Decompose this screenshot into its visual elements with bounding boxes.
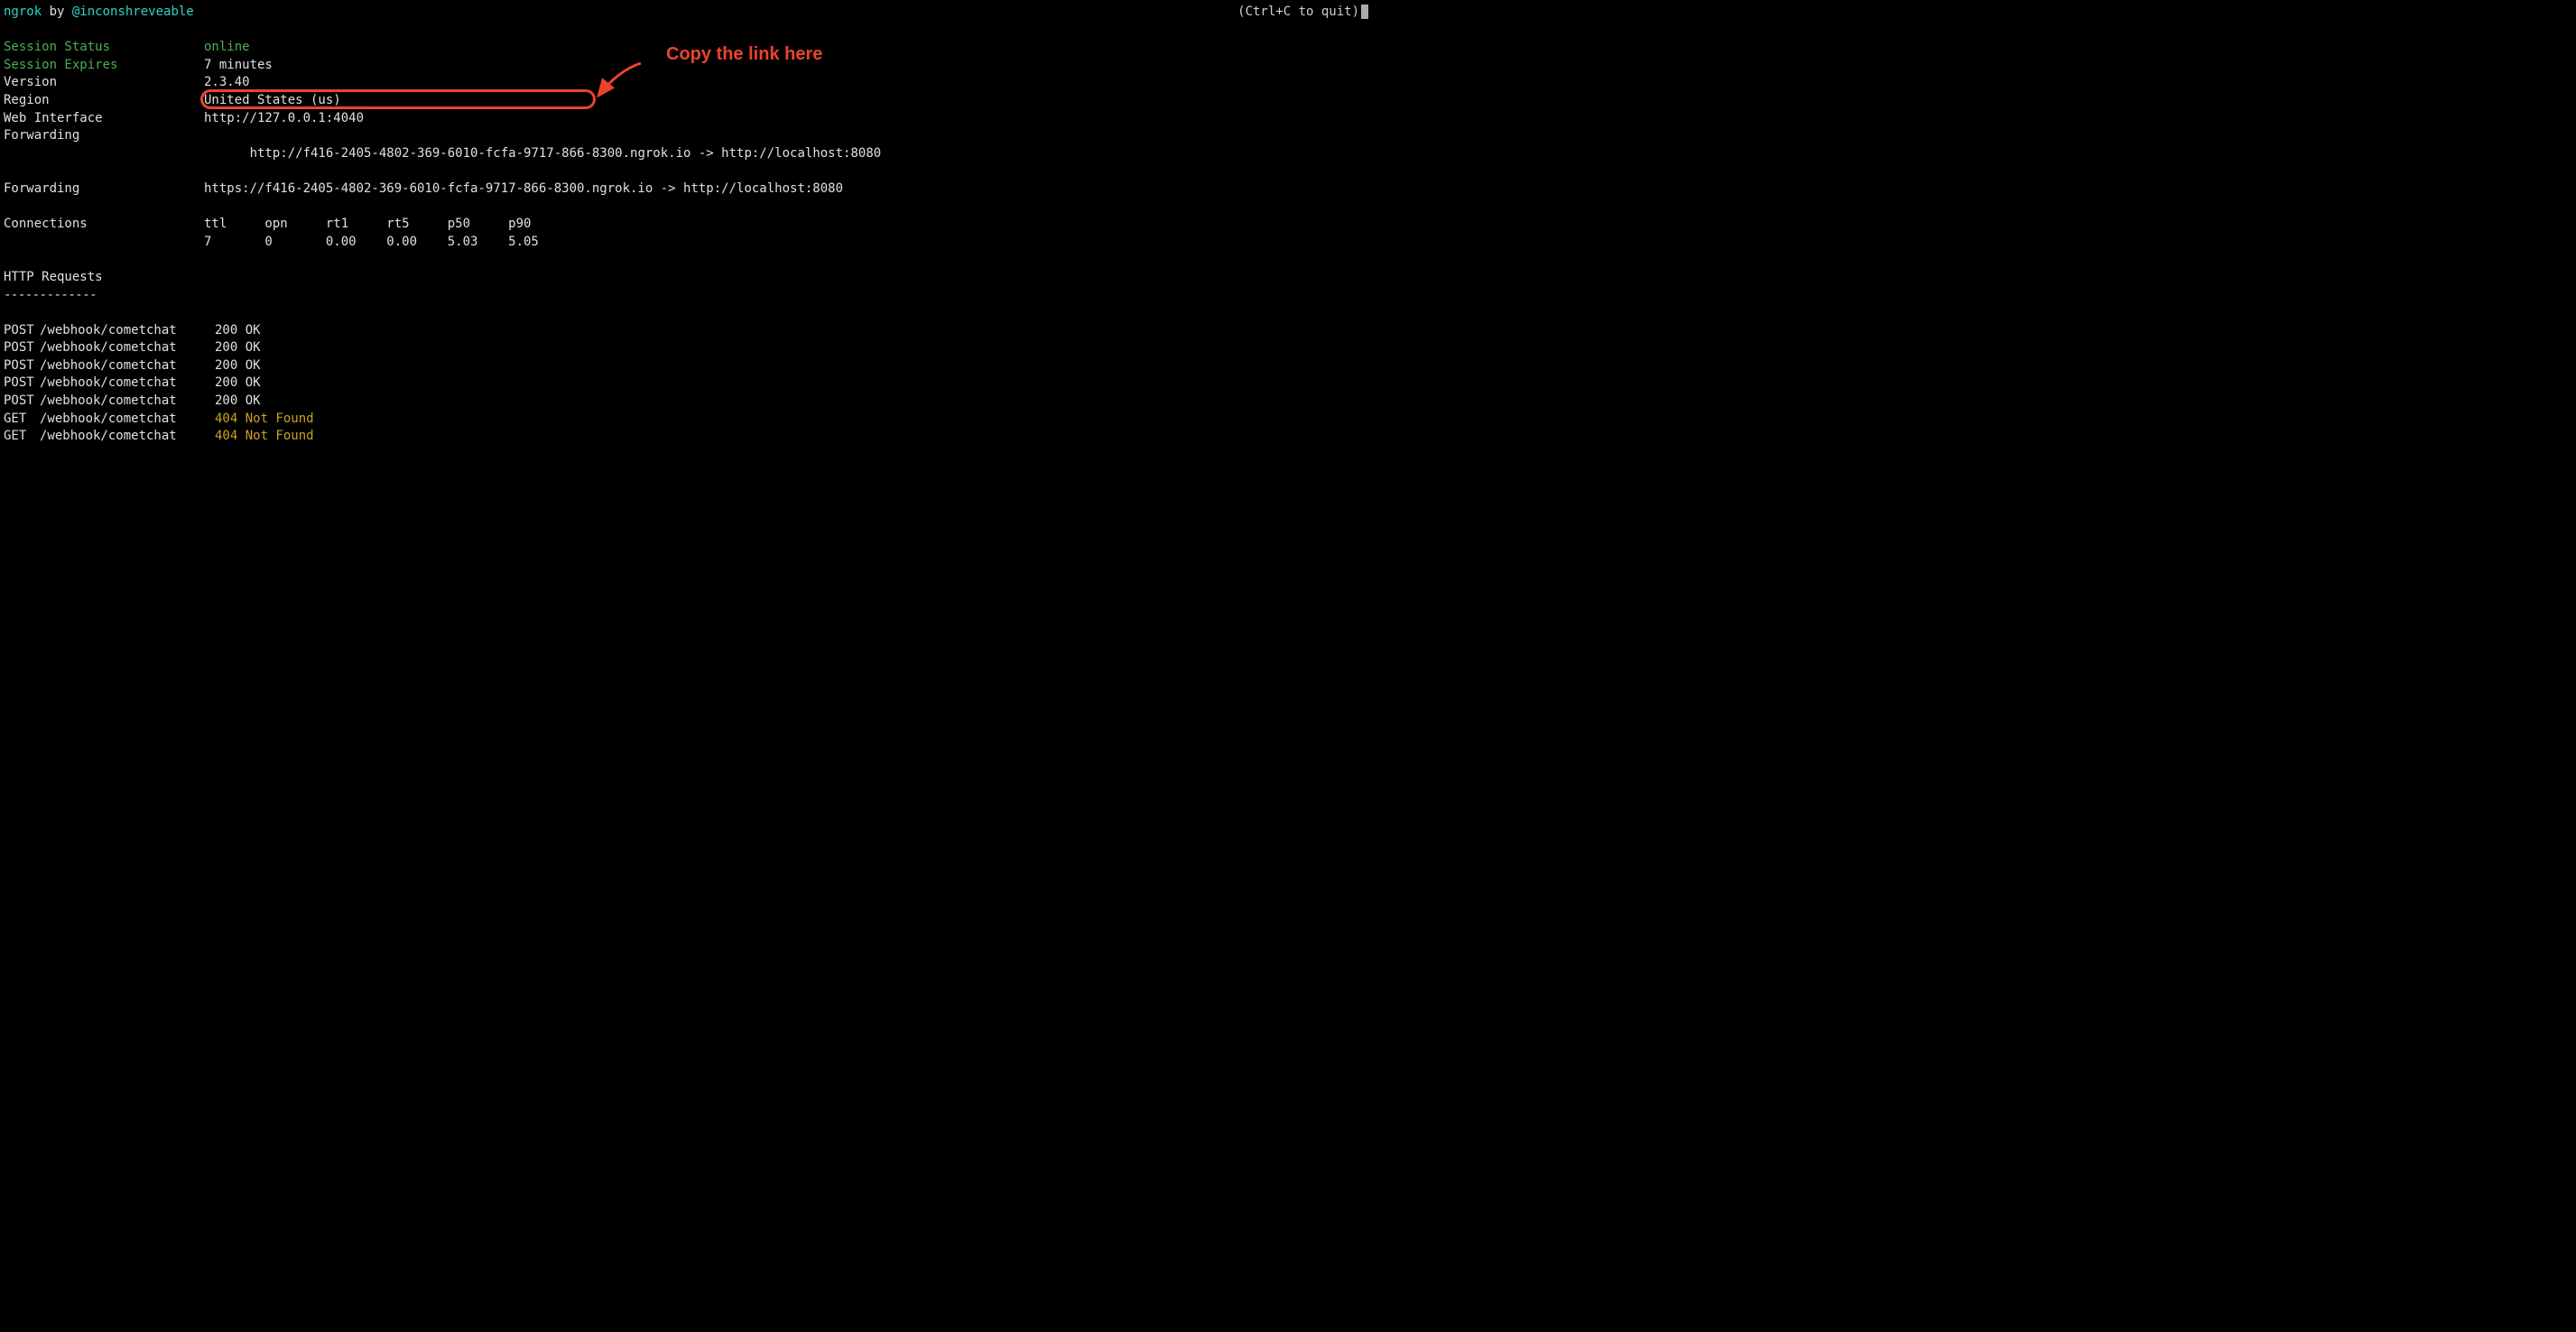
request-row: POST/webhook/cometchat200 OK	[4, 375, 1368, 393]
app-title: ngrok by @inconshreveable	[4, 4, 194, 22]
request-path: /webhook/cometchat	[40, 339, 215, 357]
request-status: 200 OK	[215, 322, 261, 340]
connections-row: Connections ttl opn rt1 rt5 p50 p90	[4, 216, 1368, 234]
request-method: POST	[4, 375, 40, 393]
forwarding-http-label: Forwarding	[4, 127, 204, 180]
header-line: ngrok by @inconshreveable (Ctrl+C to qui…	[4, 4, 1368, 22]
version-label: Version	[4, 74, 204, 92]
request-status: 200 OK	[215, 393, 261, 411]
forwarding-https-value[interactable]: https://f416-2405-4802-369-6010-fcfa-971…	[204, 180, 843, 199]
request-status: 200 OK	[215, 375, 261, 393]
request-status: 404 Not Found	[215, 428, 314, 446]
http-requests-divider: -------------	[4, 287, 1368, 305]
request-status: 404 Not Found	[215, 411, 314, 429]
blank-line	[4, 304, 1368, 322]
request-path: /webhook/cometchat	[40, 393, 215, 411]
cursor-icon	[1361, 5, 1368, 19]
request-path: /webhook/cometchat	[40, 428, 215, 446]
region-label: Region	[4, 92, 204, 110]
session-expires-row: Session Expires 7 minutes	[4, 57, 1368, 75]
request-status: 200 OK	[215, 357, 261, 375]
request-method: POST	[4, 339, 40, 357]
blank-line	[4, 251, 1368, 269]
request-path: /webhook/cometchat	[40, 322, 215, 340]
forwarding-http-target: -> http://localhost:8080	[690, 146, 881, 161]
region-row: Region United States (us)	[4, 92, 1368, 110]
connections-values-spacer	[4, 234, 204, 252]
request-row: POST/webhook/cometchat200 OK	[4, 322, 1368, 340]
forwarding-http-url[interactable]: http://f416-2405-4802-369-6010-fcfa-9717…	[250, 146, 691, 161]
request-method: GET	[4, 411, 40, 429]
terminal-window: ngrok by @inconshreveable (Ctrl+C to qui…	[0, 0, 1372, 1332]
session-expires-label: Session Expires	[4, 57, 204, 75]
http-requests-title: HTTP Requests	[4, 269, 1368, 287]
app-name: ngrok	[4, 5, 42, 19]
session-status-value: online	[204, 39, 250, 57]
version-row: Version 2.3.40	[4, 74, 1368, 92]
request-path: /webhook/cometchat	[40, 411, 215, 429]
version-value: 2.3.40	[204, 74, 250, 92]
request-row: POST/webhook/cometchat200 OK	[4, 357, 1368, 375]
author-handle: @inconshreveable	[72, 5, 194, 19]
forwarding-http-row: Forwarding http://f416-2405-4802-369-601…	[4, 127, 1368, 180]
request-path: /webhook/cometchat	[40, 357, 215, 375]
request-path: /webhook/cometchat	[40, 375, 215, 393]
forwarding-https-row: Forwarding https://f416-2405-4802-369-60…	[4, 180, 1368, 199]
connections-values-row: 7 0 0.00 0.00 5.03 5.05	[4, 234, 1368, 252]
request-row: GET/webhook/cometchat404 Not Found	[4, 411, 1368, 429]
web-interface-row: Web Interface http://127.0.0.1:4040	[4, 110, 1368, 128]
connections-header: ttl opn rt1 rt5 p50 p90	[204, 216, 531, 234]
region-value: United States (us)	[204, 92, 341, 110]
connections-values: 7 0 0.00 0.00 5.03 5.05	[204, 234, 539, 252]
forwarding-https-label: Forwarding	[4, 180, 204, 199]
request-row: GET/webhook/cometchat404 Not Found	[4, 428, 1368, 446]
request-method: GET	[4, 428, 40, 446]
by-text: by	[42, 5, 72, 19]
quit-hint: (Ctrl+C to quit)	[1237, 4, 1368, 22]
request-row: POST/webhook/cometchat200 OK	[4, 339, 1368, 357]
request-row: POST/webhook/cometchat200 OK	[4, 393, 1368, 411]
request-method: POST	[4, 393, 40, 411]
blank-line	[4, 199, 1368, 217]
session-status-label: Session Status	[4, 39, 204, 57]
quit-hint-text: (Ctrl+C to quit)	[1237, 5, 1359, 19]
session-status-row: Session Status online	[4, 39, 1368, 57]
request-status: 200 OK	[215, 339, 261, 357]
request-method: POST	[4, 357, 40, 375]
session-expires-value: 7 minutes	[204, 57, 273, 75]
forwarding-http-value[interactable]: http://f416-2405-4802-369-6010-fcfa-9717…	[204, 127, 881, 180]
web-interface-label: Web Interface	[4, 110, 204, 128]
requests-container: POST/webhook/cometchat200 OKPOST/webhook…	[4, 322, 1368, 446]
connections-label: Connections	[4, 216, 204, 234]
request-method: POST	[4, 322, 40, 340]
blank-line	[4, 22, 1368, 40]
web-interface-value: http://127.0.0.1:4040	[204, 110, 364, 128]
